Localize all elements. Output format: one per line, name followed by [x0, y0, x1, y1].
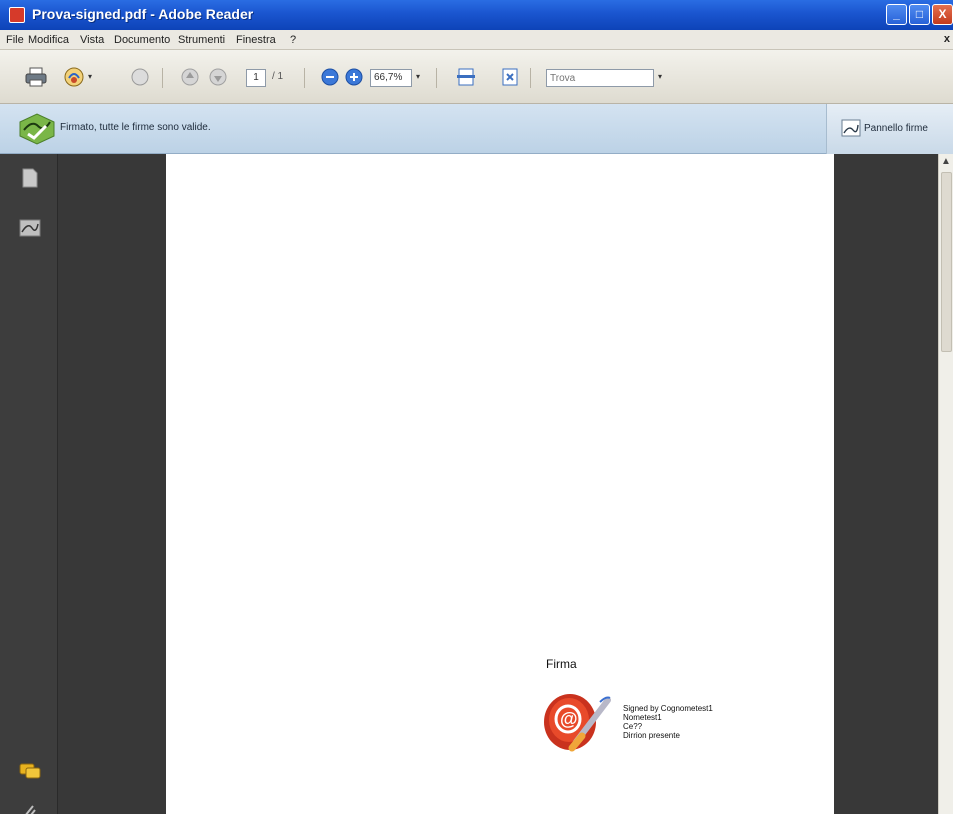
- menu-finestra[interactable]: Finestra: [236, 34, 276, 46]
- toolbar-separator: [304, 68, 305, 88]
- signature-status-text: Firmato, tutte le firme sono valide.: [60, 122, 211, 133]
- toolbar-separator: [436, 68, 437, 88]
- window-title: Prova-signed.pdf - Adobe Reader: [32, 6, 254, 22]
- menu-modifica[interactable]: Modifica: [28, 34, 69, 46]
- signature-panel-button[interactable]: Pannello firme: [826, 104, 953, 154]
- signature-pen-icon: [841, 119, 861, 137]
- maximize-button[interactable]: □: [909, 4, 930, 25]
- signature-status-bar: Firmato, tutte le firme sono valide. Pan…: [0, 104, 953, 154]
- menu-help[interactable]: ?: [290, 34, 296, 46]
- menu-documento[interactable]: Documento: [114, 34, 170, 46]
- fit-page-icon[interactable]: [498, 65, 522, 89]
- menu-bar: File Modifica Vista Documento Strumenti …: [0, 30, 953, 50]
- scrollbar-thumb[interactable]: [941, 172, 952, 352]
- navigation-panel: [0, 154, 58, 814]
- signature-seal-icon[interactable]: @: [536, 680, 616, 760]
- vertical-scrollbar[interactable]: ▲: [938, 154, 953, 814]
- toolbar: ▾ 1 / 1 66,7% ▾ ▾: [0, 50, 953, 104]
- page-number-input[interactable]: 1: [246, 69, 266, 87]
- menu-strumenti[interactable]: Strumenti: [178, 34, 225, 46]
- fit-width-icon[interactable]: [454, 65, 478, 89]
- zoom-level-input[interactable]: 66,7%: [370, 69, 412, 87]
- attachments-icon[interactable]: [18, 802, 42, 814]
- next-page-icon[interactable]: [206, 65, 230, 89]
- signature-details: Signed by Cognometest1 Nometest1 Ce?? Di…: [623, 704, 713, 740]
- collaborate-icon[interactable]: [62, 65, 86, 89]
- comments-icon[interactable]: [18, 758, 42, 782]
- signatures-panel-icon[interactable]: [18, 216, 42, 240]
- pdf-page: Firma @ Signed by Cognometest1 Nometest1…: [166, 154, 834, 814]
- signature-detail-line: Signed by Cognometest1: [623, 704, 713, 713]
- close-button[interactable]: X: [932, 4, 953, 25]
- signature-detail-line: Nometest1: [623, 713, 662, 722]
- find-input[interactable]: [546, 69, 654, 87]
- signature-field-title: Firma: [546, 657, 577, 671]
- previous-page-icon[interactable]: [178, 65, 202, 89]
- scroll-up-arrow-icon[interactable]: ▲: [941, 156, 951, 167]
- signature-valid-icon: [19, 113, 55, 145]
- zoom-in-icon[interactable]: [342, 65, 366, 89]
- document-view[interactable]: Firma @ Signed by Cognometest1 Nometest1…: [58, 154, 938, 814]
- zoom-out-icon[interactable]: [318, 65, 342, 89]
- signature-detail-line: Ce??: [623, 722, 643, 731]
- pages-icon[interactable]: [18, 166, 42, 190]
- menu-close-document-button[interactable]: x: [944, 33, 950, 45]
- minimize-button[interactable]: _: [886, 4, 907, 25]
- signature-panel-label: Pannello firme: [864, 123, 928, 134]
- adobe-reader-app-icon: [9, 7, 25, 23]
- menu-file[interactable]: File: [6, 34, 24, 46]
- signature-detail-line: Dirrion presente: [623, 731, 680, 740]
- toolbar-separator: [162, 68, 163, 88]
- zoom-dropdown-icon[interactable]: ▾: [416, 72, 420, 81]
- menu-vista[interactable]: Vista: [80, 34, 104, 46]
- find-dropdown-icon[interactable]: ▾: [658, 72, 662, 81]
- collaborate-dropdown-icon[interactable]: ▾: [88, 72, 92, 81]
- toolbar-separator: [530, 68, 531, 88]
- page-total-label: / 1: [272, 71, 284, 82]
- print-icon[interactable]: [24, 65, 48, 89]
- title-bar: Prova-signed.pdf - Adobe Reader _ □ X: [0, 0, 953, 30]
- email-icon[interactable]: [128, 65, 152, 89]
- svg-text:@: @: [560, 709, 578, 729]
